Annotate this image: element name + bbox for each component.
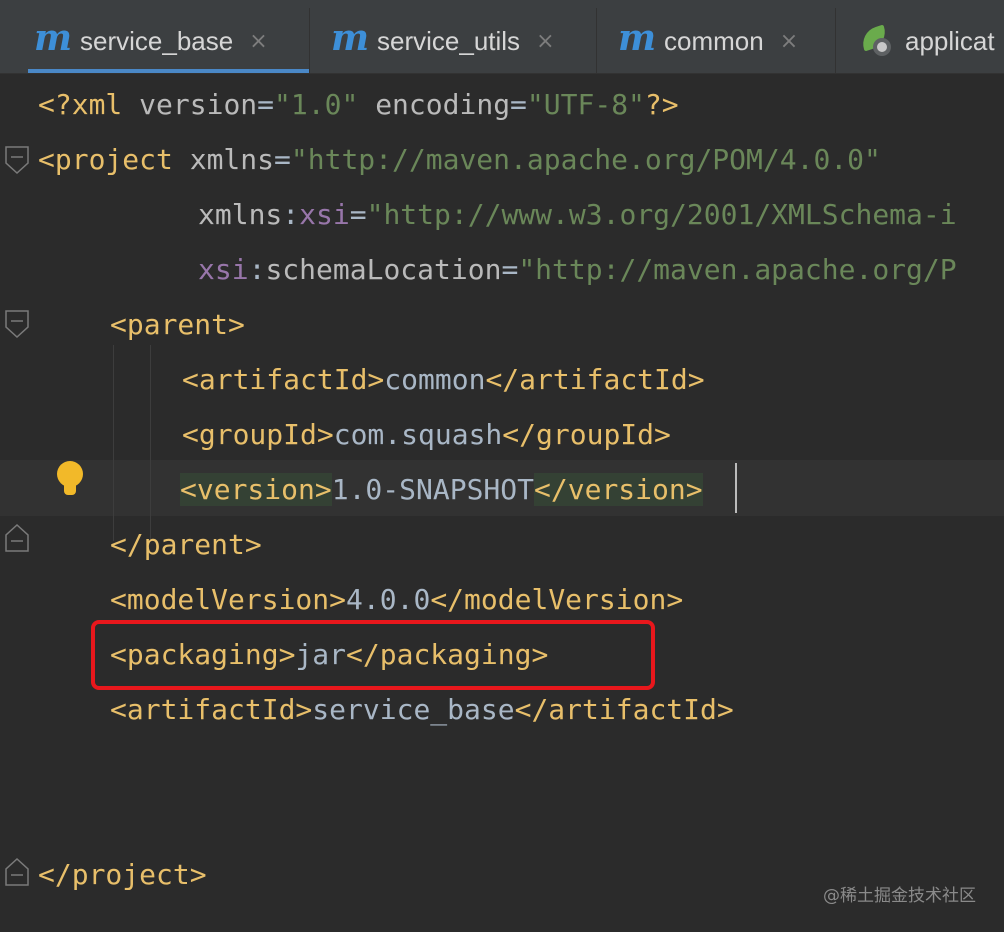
code-line-9: </parent> xyxy=(110,528,262,561)
watermark: @稀土掘金技术社区 xyxy=(823,886,976,906)
spring-boot-icon xyxy=(858,24,893,58)
tab-label: service_utils xyxy=(377,25,521,56)
editor-tab-bar: m service_base × m service_utils × m com… xyxy=(0,0,1004,74)
tab-label: service_base xyxy=(80,25,234,56)
fold-end-icon[interactable] xyxy=(4,523,30,553)
tab-application[interactable]: applicat xyxy=(837,8,1004,73)
code-line-7: <groupId>com.squash</groupId> xyxy=(182,418,671,451)
fold-collapse-icon[interactable] xyxy=(4,309,30,339)
tab-service-base[interactable]: m service_base × xyxy=(14,8,310,73)
code-line-13: </project> xyxy=(38,858,207,891)
code-line-3: xmlns:xsi="http://www.w3.org/2001/XMLSch… xyxy=(198,198,957,231)
maven-m-icon: m xyxy=(331,17,370,59)
code-editor[interactable]: <?xml version="1.0" encoding="UTF-8"?> <… xyxy=(0,75,1004,932)
indent-guide xyxy=(150,345,151,541)
packaging-highlight-box xyxy=(91,620,655,690)
code-line-4: xsi:schemaLocation="http://maven.apache.… xyxy=(198,253,957,286)
tab-service-utils[interactable]: m service_utils × xyxy=(311,8,597,73)
code-line-2: <project xmlns="http://maven.apache.org/… xyxy=(38,143,881,176)
fold-collapse-icon[interactable] xyxy=(4,145,30,175)
maven-m-icon: m xyxy=(34,17,73,59)
code-line-6: <artifactId>common</artifactId> xyxy=(182,363,705,396)
lightbulb-intention-icon[interactable] xyxy=(55,461,85,497)
code-line-1: <?xml version="1.0" encoding="UTF-8"?> xyxy=(38,88,679,121)
tab-label: common xyxy=(664,25,764,56)
code-line-12: <artifactId>service_base</artifactId> xyxy=(110,693,734,726)
code-line-10: <modelVersion>4.0.0</modelVersion> xyxy=(110,583,684,616)
maven-m-icon: m xyxy=(618,17,657,59)
code-line-8: <version>1.0-SNAPSHOT</version> xyxy=(180,473,703,506)
close-icon[interactable]: × xyxy=(249,29,267,54)
fold-end-icon[interactable] xyxy=(4,857,30,887)
close-icon[interactable]: × xyxy=(780,29,798,54)
code-line-5: <parent> xyxy=(110,308,245,341)
tab-common[interactable]: m common × xyxy=(598,8,836,73)
close-icon[interactable]: × xyxy=(536,29,554,54)
indent-guide xyxy=(113,345,114,541)
tab-label: applicat xyxy=(905,25,995,56)
active-tab-indicator xyxy=(28,69,309,73)
text-caret xyxy=(735,463,737,513)
